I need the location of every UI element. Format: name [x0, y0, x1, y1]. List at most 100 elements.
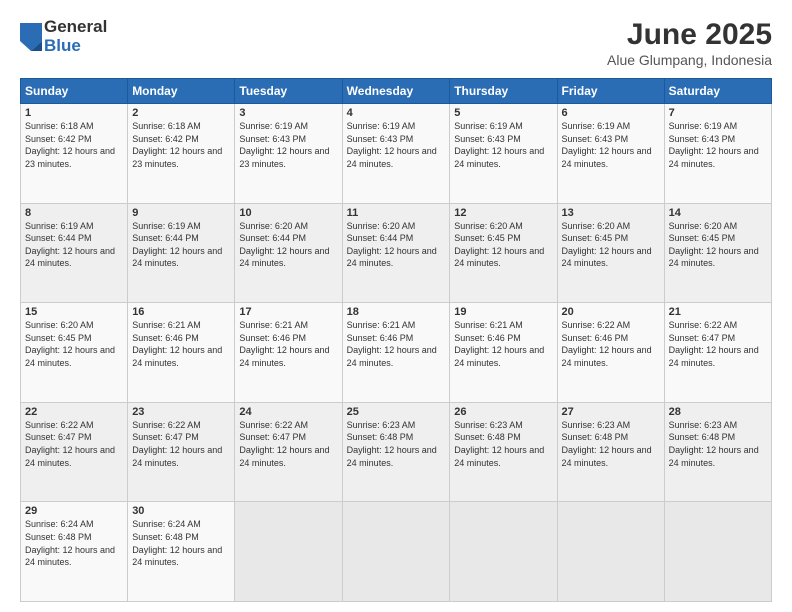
day-number: 7: [669, 107, 767, 119]
day-number: 2: [132, 107, 230, 119]
day-number: 8: [25, 207, 123, 219]
table-row: 7 Sunrise: 6:19 AMSunset: 6:43 PMDaylight…: [664, 104, 771, 204]
table-row: 10 Sunrise: 6:20 AMSunset: 6:44 PMDayligh…: [235, 203, 342, 303]
day-info: Sunrise: 6:22 AMSunset: 6:47 PMDaylight:…: [132, 420, 222, 468]
month-title: June 2025: [607, 18, 772, 52]
table-row: 14Sunrise: 6:20 AMSunset: 6:45 PMDayligh…: [664, 203, 771, 303]
day-number: 22: [25, 406, 123, 418]
table-row: 26 Sunrise: 6:23 AMSunset: 6:48 PMDayligh…: [450, 402, 557, 502]
day-number: 9: [132, 207, 230, 219]
logo: General Blue: [20, 18, 107, 55]
table-row: 15 Sunrise: 6:20 AMSunset: 6:45 PMDayligh…: [21, 303, 128, 403]
table-row: 28 Sunrise: 6:23 AMSunset: 6:48 PMDayligh…: [664, 402, 771, 502]
location: Alue Glumpang, Indonesia: [607, 52, 772, 68]
day-info: Sunrise: 6:24 AMSunset: 6:48 PMDaylight:…: [132, 519, 222, 567]
day-number: 30: [132, 505, 230, 517]
day-number: 13: [562, 207, 660, 219]
day-info: Sunrise: 6:19 AMSunset: 6:44 PMDaylight:…: [132, 221, 222, 269]
day-info: Sunrise: 6:21 AMSunset: 6:46 PMDaylight:…: [347, 320, 437, 368]
table-row: 19Sunrise: 6:21 AMSunset: 6:46 PMDayligh…: [450, 303, 557, 403]
table-row: 25 Sunrise: 6:23 AMSunset: 6:48 PMDayligh…: [342, 402, 450, 502]
calendar-row: 15 Sunrise: 6:20 AMSunset: 6:45 PMDayligh…: [21, 303, 772, 403]
page: General Blue June 2025 Alue Glumpang, In…: [0, 0, 792, 612]
table-row: 23 Sunrise: 6:22 AMSunset: 6:47 PMDayligh…: [128, 402, 235, 502]
day-info: Sunrise: 6:21 AMSunset: 6:46 PMDaylight:…: [239, 320, 329, 368]
day-number: 20: [562, 306, 660, 318]
calendar-row: 8 Sunrise: 6:19 AMSunset: 6:44 PMDaylight…: [21, 203, 772, 303]
col-monday: Monday: [128, 79, 235, 104]
day-number: 23: [132, 406, 230, 418]
table-row: 30 Sunrise: 6:24 AMSunset: 6:48 PMDayligh…: [128, 502, 235, 602]
table-row: 22 Sunrise: 6:22 AMSunset: 6:47 PMDayligh…: [21, 402, 128, 502]
header: General Blue June 2025 Alue Glumpang, In…: [20, 18, 772, 68]
day-info: Sunrise: 6:19 AMSunset: 6:43 PMDaylight:…: [562, 121, 652, 169]
day-number: 26: [454, 406, 552, 418]
day-number: 19: [454, 306, 552, 318]
day-info: Sunrise: 6:24 AMSunset: 6:48 PMDaylight:…: [25, 519, 115, 567]
logo-text: General Blue: [44, 18, 107, 55]
table-row: 21 Sunrise: 6:22 AMSunset: 6:47 PMDayligh…: [664, 303, 771, 403]
day-info: Sunrise: 6:23 AMSunset: 6:48 PMDaylight:…: [454, 420, 544, 468]
col-thursday: Thursday: [450, 79, 557, 104]
col-sunday: Sunday: [21, 79, 128, 104]
calendar-row: 22 Sunrise: 6:22 AMSunset: 6:47 PMDayligh…: [21, 402, 772, 502]
day-number: 28: [669, 406, 767, 418]
title-block: June 2025 Alue Glumpang, Indonesia: [607, 18, 772, 68]
day-info: Sunrise: 6:19 AMSunset: 6:43 PMDaylight:…: [669, 121, 759, 169]
calendar-header-row: Sunday Monday Tuesday Wednesday Thursday…: [21, 79, 772, 104]
table-row: 18 Sunrise: 6:21 AMSunset: 6:46 PMDayligh…: [342, 303, 450, 403]
day-number: 10: [239, 207, 337, 219]
logo-blue: Blue: [44, 37, 107, 56]
day-info: Sunrise: 6:23 AMSunset: 6:48 PMDaylight:…: [669, 420, 759, 468]
day-info: Sunrise: 6:19 AMSunset: 6:43 PMDaylight:…: [454, 121, 544, 169]
day-info: Sunrise: 6:21 AMSunset: 6:46 PMDaylight:…: [132, 320, 222, 368]
table-row: 3Sunrise: 6:19 AMSunset: 6:43 PMDaylight…: [235, 104, 342, 204]
table-row: [664, 502, 771, 602]
table-row: 5 Sunrise: 6:19 AMSunset: 6:43 PMDaylight…: [450, 104, 557, 204]
calendar-row: 29Sunrise: 6:24 AMSunset: 6:48 PMDayligh…: [21, 502, 772, 602]
day-info: Sunrise: 6:23 AMSunset: 6:48 PMDaylight:…: [562, 420, 652, 468]
day-info: Sunrise: 6:20 AMSunset: 6:45 PMDaylight:…: [454, 221, 544, 269]
day-number: 24: [239, 406, 337, 418]
day-number: 17: [239, 306, 337, 318]
day-number: 5: [454, 107, 552, 119]
col-tuesday: Tuesday: [235, 79, 342, 104]
day-number: 11: [347, 207, 446, 219]
day-number: 4: [347, 107, 446, 119]
day-info: Sunrise: 6:20 AMSunset: 6:44 PMDaylight:…: [239, 221, 329, 269]
day-number: 21: [669, 306, 767, 318]
table-row: 27 Sunrise: 6:23 AMSunset: 6:48 PMDayligh…: [557, 402, 664, 502]
table-row: 13Sunrise: 6:20 AMSunset: 6:45 PMDayligh…: [557, 203, 664, 303]
table-row: 9 Sunrise: 6:19 AMSunset: 6:44 PMDaylight…: [128, 203, 235, 303]
table-row: 29Sunrise: 6:24 AMSunset: 6:48 PMDayligh…: [21, 502, 128, 602]
day-info: Sunrise: 6:20 AMSunset: 6:45 PMDaylight:…: [25, 320, 115, 368]
day-number: 16: [132, 306, 230, 318]
table-row: 12 Sunrise: 6:20 AMSunset: 6:45 PMDayligh…: [450, 203, 557, 303]
table-row: [235, 502, 342, 602]
table-row: 16 Sunrise: 6:21 AMSunset: 6:46 PMDayligh…: [128, 303, 235, 403]
table-row: 6 Sunrise: 6:19 AMSunset: 6:43 PMDaylight…: [557, 104, 664, 204]
day-number: 27: [562, 406, 660, 418]
day-number: 14: [669, 207, 767, 219]
col-friday: Friday: [557, 79, 664, 104]
day-number: 25: [347, 406, 446, 418]
day-info: Sunrise: 6:22 AMSunset: 6:47 PMDaylight:…: [25, 420, 115, 468]
day-info: Sunrise: 6:23 AMSunset: 6:48 PMDaylight:…: [347, 420, 437, 468]
day-info: Sunrise: 6:18 AMSunset: 6:42 PMDaylight:…: [132, 121, 222, 169]
day-number: 6: [562, 107, 660, 119]
logo-general: General: [44, 18, 107, 37]
day-info: Sunrise: 6:22 AMSunset: 6:47 PMDaylight:…: [669, 320, 759, 368]
table-row: 17 Sunrise: 6:21 AMSunset: 6:46 PMDayligh…: [235, 303, 342, 403]
day-number: 15: [25, 306, 123, 318]
day-number: 18: [347, 306, 446, 318]
day-info: Sunrise: 6:22 AMSunset: 6:46 PMDaylight:…: [562, 320, 652, 368]
day-info: Sunrise: 6:22 AMSunset: 6:47 PMDaylight:…: [239, 420, 329, 468]
day-number: 12: [454, 207, 552, 219]
day-info: Sunrise: 6:19 AMSunset: 6:44 PMDaylight:…: [25, 221, 115, 269]
day-info: Sunrise: 6:19 AMSunset: 6:43 PMDaylight:…: [239, 121, 329, 169]
table-row: 8 Sunrise: 6:19 AMSunset: 6:44 PMDaylight…: [21, 203, 128, 303]
table-row: [557, 502, 664, 602]
col-wednesday: Wednesday: [342, 79, 450, 104]
table-row: [342, 502, 450, 602]
logo-icon: [20, 23, 42, 51]
